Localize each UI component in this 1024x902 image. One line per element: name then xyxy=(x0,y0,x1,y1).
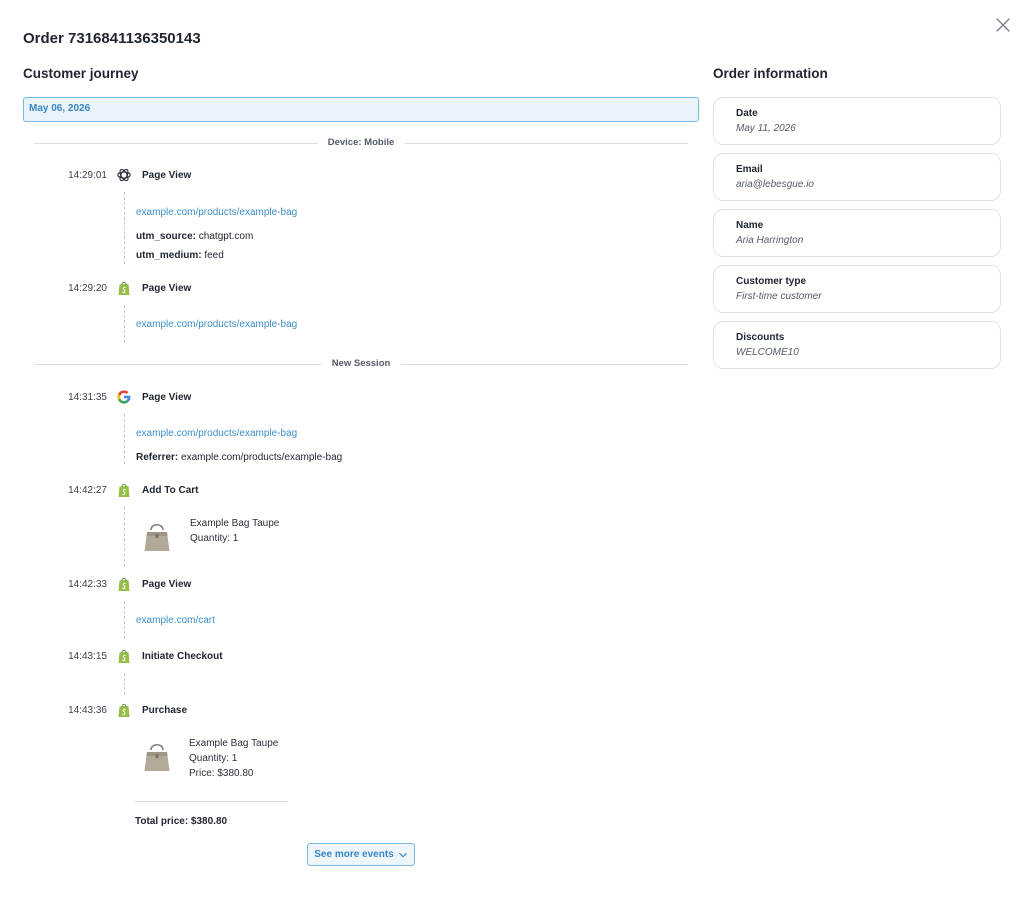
timeline-connector xyxy=(124,305,125,343)
shopify-icon xyxy=(116,280,132,296)
product-name: Example Bag Taupe xyxy=(189,738,279,749)
event-time: 14:29:01 xyxy=(68,170,107,181)
info-card-value: May 11, 2026 xyxy=(736,123,796,134)
product-name: Example Bag Taupe xyxy=(190,518,280,529)
info-card-label: Date xyxy=(736,108,758,119)
utm-medium-label: utm_medium: xyxy=(136,250,202,261)
shopify-icon xyxy=(116,702,132,718)
order-title: Order 7316841136350143 xyxy=(23,30,201,47)
info-card-email: Email aria@lebesgue.io xyxy=(713,153,1001,201)
event-time: 14:42:33 xyxy=(68,579,107,590)
referrer-value: example.com/products/example-bag xyxy=(181,452,343,463)
referrer-label: Referrer: xyxy=(136,452,179,463)
shopify-icon xyxy=(116,482,132,498)
order-modal: Order 7316841136350143 Customer journey … xyxy=(0,0,1024,902)
utm-source-value: chatgpt.com xyxy=(198,231,254,242)
info-card-value: Aria Harrington xyxy=(736,235,804,246)
timeline-connector xyxy=(124,601,125,639)
timeline-connector xyxy=(124,673,125,695)
event-name: Page View xyxy=(142,579,192,590)
info-card-date: Date May 11, 2026 xyxy=(713,97,1001,145)
shopify-icon xyxy=(116,648,132,664)
order-information-heading: Order information xyxy=(713,66,828,81)
total-price: Total price: $380.80 xyxy=(135,816,228,827)
utm-source: utm_source: chatgpt.com xyxy=(136,231,253,242)
session-divider: New Session xyxy=(34,358,688,370)
product-details: Example Bag Taupe Quantity: 1 xyxy=(190,516,279,546)
info-card-customer-type: Customer type First-time customer xyxy=(713,265,1001,313)
timeline-connector xyxy=(124,192,125,264)
event-url-link[interactable]: example.com/products/example-bag xyxy=(136,428,297,439)
referrer: Referrer: example.com/products/example-b… xyxy=(136,452,342,463)
see-more-events-label: See more events xyxy=(314,849,394,860)
device-divider-label: Device: Mobile xyxy=(317,137,405,148)
see-more-events-button[interactable]: See more events xyxy=(307,843,415,866)
timeline-connector xyxy=(124,414,125,464)
event-url-link[interactable]: example.com/products/example-bag xyxy=(136,319,297,330)
product-quantity: Quantity: 1 xyxy=(190,533,239,544)
chevron-down-icon xyxy=(398,850,408,860)
utm-medium: utm_medium: feed xyxy=(136,250,224,261)
timeline-connector xyxy=(124,507,125,567)
info-card-name: Name Aria Harrington xyxy=(713,209,1001,257)
product-quantity: Quantity: 1 xyxy=(189,753,238,764)
total-divider xyxy=(135,801,288,802)
info-card-label: Email xyxy=(736,164,763,175)
journey-date-bar[interactable]: May 06, 2026 xyxy=(23,97,699,122)
product-price: Price: $380.80 xyxy=(189,768,254,779)
product-image xyxy=(143,740,171,774)
shopify-icon xyxy=(116,576,132,592)
event-name: Page View xyxy=(142,170,192,181)
customer-journey-heading: Customer journey xyxy=(23,66,139,81)
device-divider: Device: Mobile xyxy=(34,137,688,149)
event-url-link[interactable]: example.com/products/example-bag xyxy=(136,207,297,218)
event-time: 14:29:20 xyxy=(68,283,107,294)
event-time: 14:42:27 xyxy=(68,485,107,496)
close-icon[interactable] xyxy=(994,16,1012,34)
info-card-value: WELCOME10 xyxy=(736,347,799,358)
info-card-label: Customer type xyxy=(736,276,807,287)
info-card-value: First-time customer xyxy=(736,291,822,302)
info-card-label: Discounts xyxy=(736,332,785,343)
utm-medium-value: feed xyxy=(204,250,224,261)
event-name: Page View xyxy=(142,283,192,294)
product-image xyxy=(143,520,171,554)
info-card-discounts: Discounts WELCOME10 xyxy=(713,321,1001,369)
event-url-link[interactable]: example.com/cart xyxy=(136,615,215,626)
event-name: Initiate Checkout xyxy=(142,651,223,662)
info-card-value: aria@lebesgue.io xyxy=(736,179,814,190)
product-details: Example Bag Taupe Quantity: 1 Price: $38… xyxy=(189,736,278,781)
event-time: 14:43:36 xyxy=(68,705,107,716)
event-name: Page View xyxy=(142,392,192,403)
event-time: 14:31:35 xyxy=(68,392,107,403)
event-name: Add To Cart xyxy=(142,485,199,496)
event-name: Purchase xyxy=(142,705,188,716)
session-divider-label: New Session xyxy=(321,358,401,369)
openai-icon xyxy=(116,167,132,183)
event-time: 14:43:15 xyxy=(68,651,107,662)
google-icon xyxy=(116,389,132,405)
info-card-label: Name xyxy=(736,220,764,231)
utm-source-label: utm_source: xyxy=(136,231,197,242)
